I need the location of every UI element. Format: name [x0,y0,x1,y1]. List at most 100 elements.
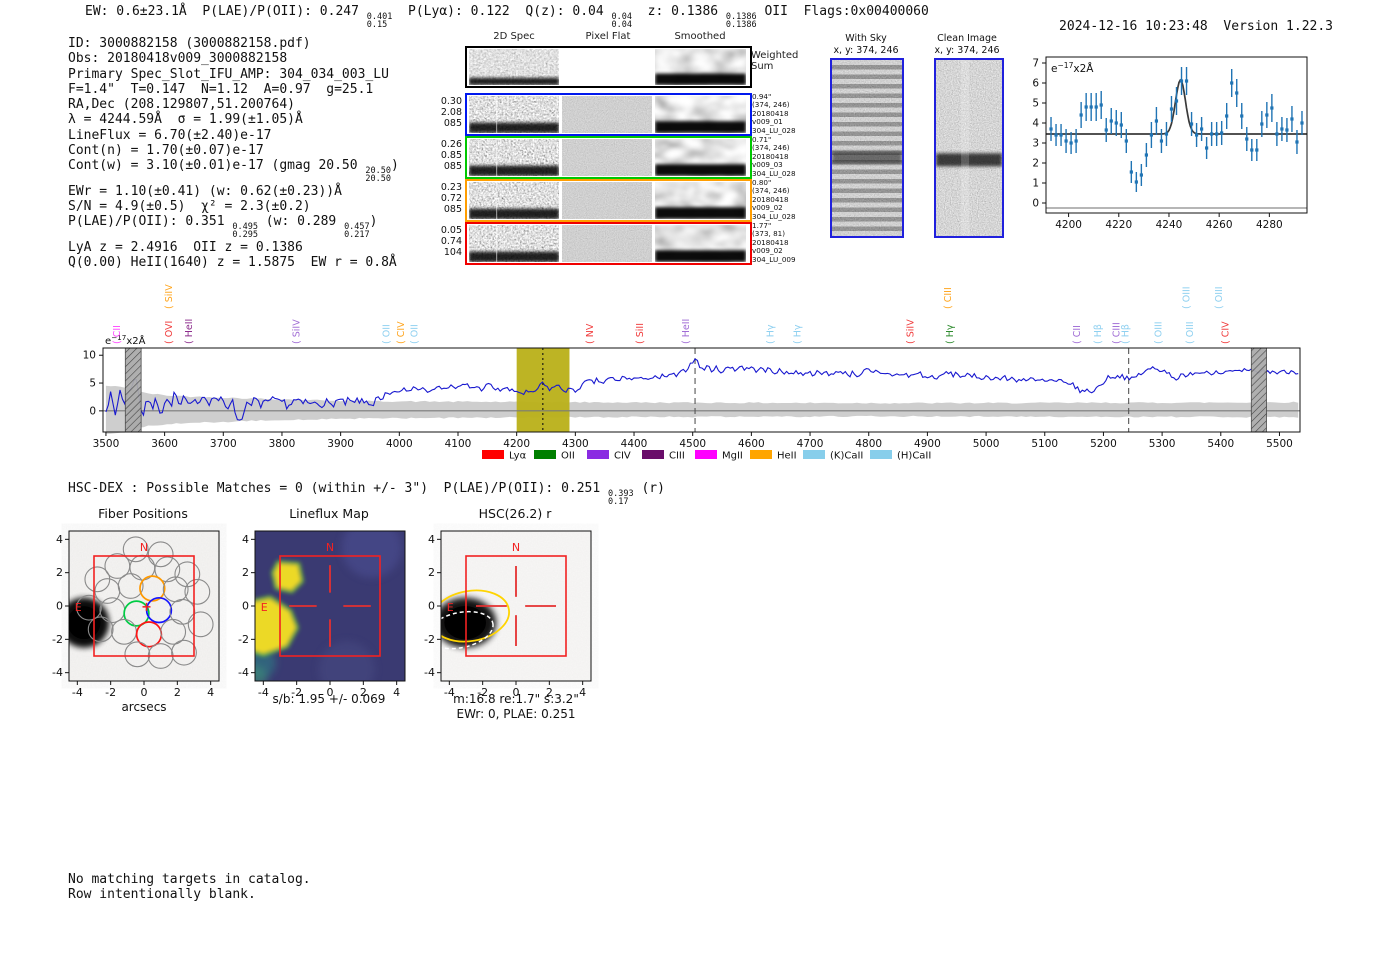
footer-line-2: Row intentionally blank. [68,887,256,903]
image-cell-flat [562,225,652,262]
info-line: λ = 4244.59Å σ = 1.99(±1.05)Å [68,112,303,128]
svg-text:-4: -4 [72,686,83,699]
info-line: RA,Dec (208.129807,51.200764) [68,97,295,113]
line-label-OIII: ( OIII [1214,286,1225,309]
image-cell-flat [562,96,652,133]
main-spectrum-plot: 3500 3600 3700 3800 3900 4000 4100 4200 4300 4400… [83,284,1301,462]
svg-text:10: 10 [83,350,96,362]
line-label-OVI: ( OVI [164,321,175,344]
image-cell-noisy [469,182,559,219]
weighted-sum-label: Weighted Sum [751,50,799,72]
image-cell-clean [936,60,1002,236]
spec2d-row-right-label: 0.80" (374, 246) 20180418 v009_02 304_LU_028 [752,178,796,221]
svg-text:4200: 4200 [503,438,530,450]
svg-text:CIV: CIV [614,451,631,462]
svg-text:2: 2 [1032,158,1039,170]
svg-text:0: 0 [56,600,63,613]
svg-text:4600: 4600 [738,438,765,450]
with-sky-title: With Sky [845,33,887,44]
spec2d-row [465,222,752,265]
with-sky-coords: x, y: 374, 246 [833,44,899,56]
col-header-smoothed: Smoothed [674,31,726,42]
lineflux-caption: s/b: 1.95 +/- 0.069 [272,692,386,706]
info-line: P(LAE)/P(OII): 0.351 0.495 0.295 (w: 0.28… [68,214,378,241]
spec2d-row-left-label: 0.26 0.85 085 [440,139,462,172]
svg-text:MgII: MgII [722,451,743,462]
svg-text:3: 3 [1032,138,1039,150]
svg-text:4500: 4500 [679,438,706,450]
svg-text:4: 4 [242,533,249,546]
svg-text:3800: 3800 [269,438,296,450]
svg-text:-2: -2 [238,633,249,646]
svg-text:5000: 5000 [973,438,1000,450]
col-header-pixel-flat: Pixel Flat [585,31,631,42]
svg-text:3600: 3600 [151,438,178,450]
spec2d-row-right-label: 0.71" (374, 246) 20180418 v009_03 304_LU_028 [752,135,796,178]
fiber-positions-plot: -4 -4 -2 -2 0 0 2 2 4 4 N Earcsecs [52,530,220,714]
svg-text:-2: -2 [424,633,435,646]
hsc-cutout-title: HSC(26.2) r [478,506,552,521]
svg-text:0: 0 [242,600,249,613]
line-label-SiII: ( SiII [635,323,646,344]
info-line: EWr = 1.10(±0.41) (w: 0.62(±0.23))Å [68,183,342,199]
svg-text:E: E [75,601,82,614]
hsc-cutout-plot: -4-4-2-2002244NE [424,530,592,699]
line-label-HeII: ( HeII [184,319,195,344]
line-label-Hβ: ( Hβ [1121,324,1132,344]
svg-text:5100: 5100 [1031,438,1058,450]
svg-text:0: 0 [89,405,96,417]
line-label-OIII: ( OIII [1182,286,1193,309]
image-cell-blank [562,49,652,85]
svg-text:3500: 3500 [93,438,120,450]
clean-image-coords: x, y: 374, 246 [934,44,1000,56]
spec2d-row-left-label: 0.30 2.08 085 [440,96,462,129]
svg-text:N: N [326,541,334,554]
svg-text:2: 2 [174,686,181,699]
line-label-Hβ: ( Hβ [1093,324,1104,344]
col-header-2d-spec: 2D Spec [493,31,535,42]
svg-text:-4: -4 [258,686,269,699]
report-datetime: 2024-12-16 10:23:48 [1059,19,1208,34]
line-label-CIII: ( CIII [943,287,954,309]
line-label-OII: ( OII [410,324,421,344]
elixer-report-page: { "header": { "segments": [ {"t":"EW: 0.… [0,0,1400,953]
info-line: ID: 3000882158 (3000882158.pdf) [68,36,311,51]
spec2d-row-right-label: 1.77" (373, 81) 20180418 v009_02 304_LU_009 [752,221,796,264]
spec2d-row-right-label: 0.94" (374, 246) 20180418 v009_01 304_LU_028 [752,92,796,135]
svg-text:4700: 4700 [797,438,824,450]
svg-text:4260: 4260 [1206,219,1233,231]
header-stats: EW: 0.6±23.1Å P(LAE)/P(OII): 0.247 0.401… [85,4,929,30]
svg-text:-2: -2 [105,686,116,699]
info-line: LineFlux = 6.70(±2.40)e-17 [68,127,272,143]
line-label-HeII: ( HeII [681,319,692,344]
svg-text:4900: 4900 [914,438,941,450]
line-label-CIV: ( CIV [396,321,407,344]
svg-text:4: 4 [56,533,63,546]
info-line: S/N = 4.9(±0.5) χ² = 2.3(±0.2) [68,199,311,215]
line-label-CII: ( CII [1072,325,1083,344]
svg-text:-4: -4 [52,666,63,679]
image-cell-noisy [469,139,559,176]
clean-image-title: Clean Image [937,33,997,44]
image-cell-smooth [655,96,746,133]
svg-text:4200: 4200 [1055,219,1082,231]
svg-text:4800: 4800 [855,438,882,450]
hsc-caption-1: m:16.8 re:1.7" s:3.2" [453,692,579,706]
spec2d-row-left-label: 0.05 0.74 104 [440,225,462,258]
fiber-positions-title: Fiber Positions [98,506,188,521]
svg-text:5500: 5500 [1266,438,1293,450]
svg-text:2: 2 [242,566,249,579]
svg-text:6: 6 [1032,78,1039,90]
spec2d-row [465,179,752,222]
svg-text:1: 1 [1032,178,1039,190]
line-label-SiIV: ( SiIV [164,284,175,309]
line-label-OIII: ( OIII [1154,321,1165,344]
masked-region [124,347,142,433]
svg-text:-4: -4 [238,666,249,679]
svg-text:N: N [140,541,148,554]
svg-text:7: 7 [1032,58,1039,70]
image-cell-wsum [469,49,559,85]
svg-text:arcsecs: arcsecs [121,700,166,714]
svg-text:4000: 4000 [386,438,413,450]
spec2d-row [465,93,752,136]
